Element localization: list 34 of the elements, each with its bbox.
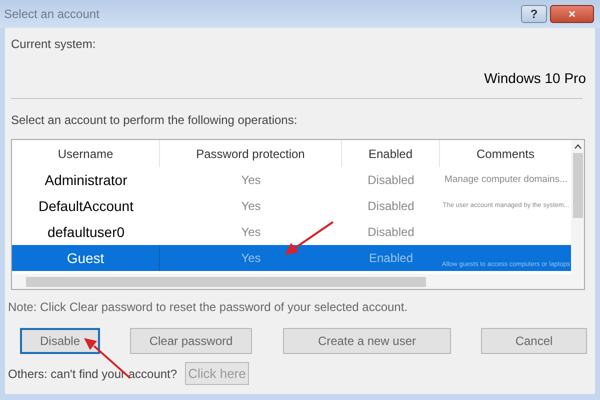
help-button[interactable]: ? — [521, 5, 547, 23]
column-header[interactable]: Username — [12, 140, 160, 167]
clear-password-button[interactable]: Clear password — [130, 328, 252, 354]
horizontal-scrollbar[interactable] — [12, 274, 584, 289]
create-user-button[interactable]: Create a new user — [283, 328, 451, 354]
table-row[interactable]: Administrator Yes Disabled Manage computer domains... — [12, 167, 572, 193]
scroll-up-icon[interactable] — [574, 144, 582, 149]
note-text: Note: Click Clear password to reset the password of your selected account. — [8, 299, 409, 316]
table-cell-text: Guest — [66, 248, 104, 268]
table-cell-text: Manage computer domains... — [444, 172, 568, 187]
annotation-arrow — [285, 221, 334, 255]
system-name: Windows 10 Pro — [484, 69, 586, 88]
table-cell-text: Enabled — [368, 250, 414, 267]
table-cell-text: defaultuser0 — [47, 222, 125, 242]
table-cell-text: Disabled — [368, 172, 414, 189]
column-header[interactable]: Password protection — [160, 140, 342, 167]
table-cell-text: Yes — [241, 172, 261, 189]
instruction-text: Select an account to perform the following operations: — [11, 112, 298, 129]
column-header[interactable]: Enabled — [342, 140, 440, 167]
window-title: Select an account — [4, 6, 100, 23]
current-system-label: Current system: — [11, 36, 97, 53]
table-cell-text: Yes — [241, 250, 261, 267]
others-label: Others: can't find your account? — [8, 366, 178, 382]
vertical-scrollbar[interactable] — [571, 140, 584, 276]
close-button[interactable]: × — [550, 5, 594, 23]
table-cell-text: Yes — [241, 224, 261, 241]
table-cell-text: Disabled — [368, 198, 414, 215]
table-cell-text: DefaultAccount — [38, 196, 134, 216]
table-cell-text: Yes — [241, 198, 261, 215]
cancel-button[interactable]: Cancel — [481, 328, 587, 354]
table-cell-text: Disabled — [368, 224, 414, 241]
table-row[interactable]: defaultuser0 Yes Disabled — [12, 219, 572, 245]
table-cell-text: Administrator — [44, 170, 128, 190]
disable-button[interactable]: Disable — [20, 328, 100, 354]
